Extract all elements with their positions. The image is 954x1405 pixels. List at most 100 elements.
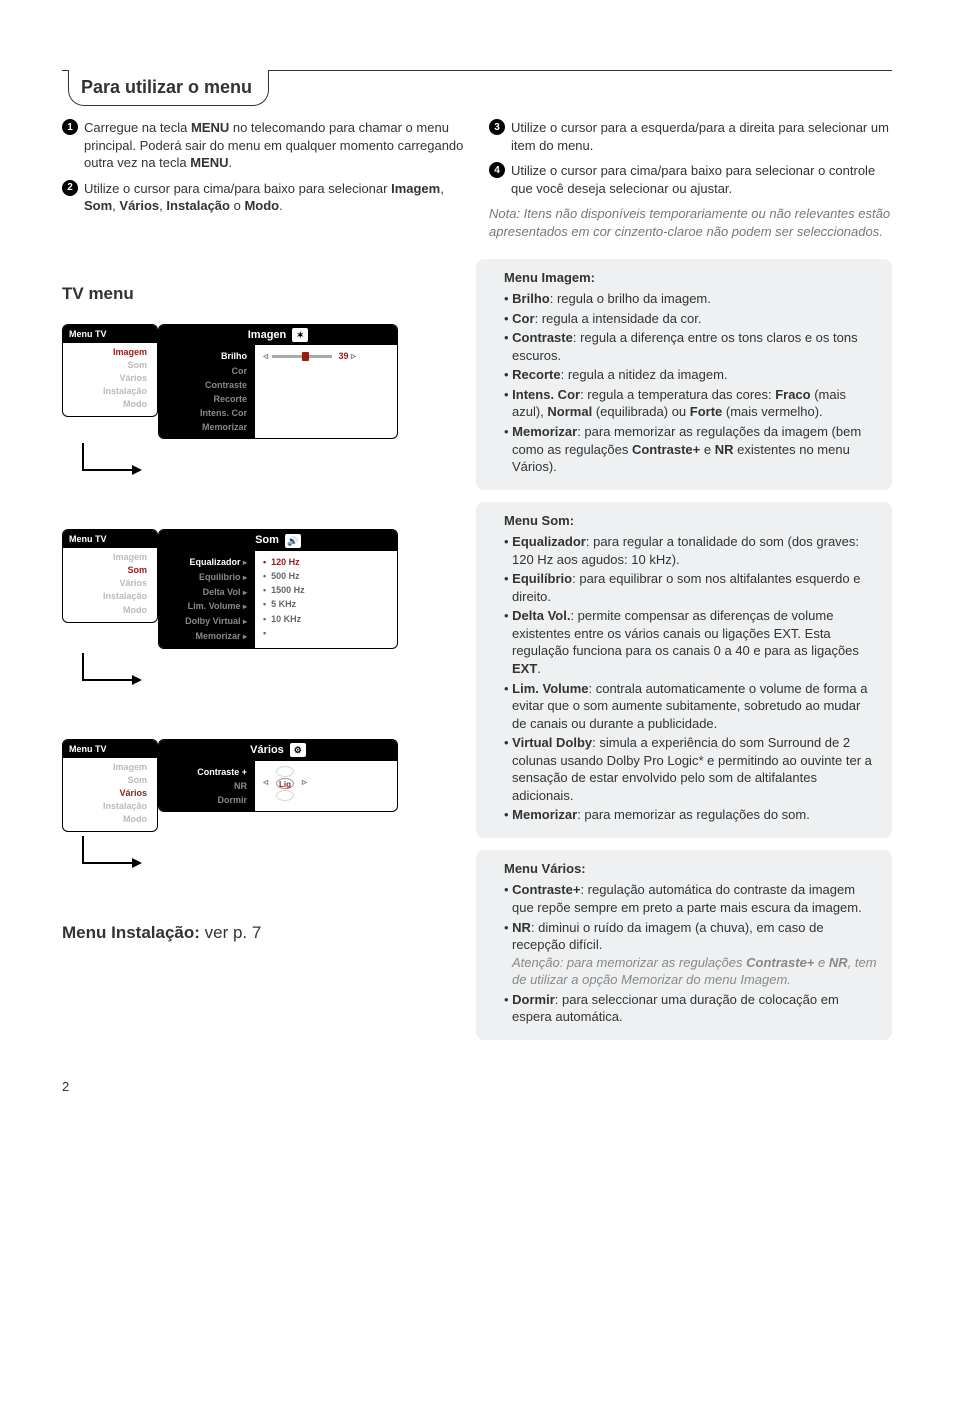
pane-icon: ⚙ xyxy=(290,743,306,757)
menu-item: Som xyxy=(69,774,151,787)
pane-head: Som🔊 xyxy=(159,530,397,551)
menu-item: Som xyxy=(69,564,151,577)
menu-cell: Menu TV ImagemSomVáriosInstalaçãoModo xyxy=(62,739,158,832)
pane-row: Lim. Volume ▸ xyxy=(165,599,249,614)
menu-diagram: Menu TV ImagemSomVáriosInstalaçãoModo Imag… xyxy=(62,324,452,472)
step-text: Utilize o cursor para cima/para baixo pa… xyxy=(509,162,892,197)
pane-row: Intens. Cor xyxy=(165,406,249,420)
step-number: 4 xyxy=(489,162,505,178)
info-item: Recorte: regula a nitidez da imagem. xyxy=(504,366,878,384)
info-title: Menu Imagem: xyxy=(504,269,878,287)
info-box-varios: Menu Vários: Contraste+: regulação autom… xyxy=(476,850,892,1040)
menu-cell-head: Menu TV xyxy=(63,325,157,343)
step-item: 1Carregue na tecla MENU no telecomando p… xyxy=(62,119,465,172)
info-box-imagem: Menu Imagem: Brilho: regula o brilho da … xyxy=(476,259,892,490)
slider-row: ◃ 39 ▹ xyxy=(263,349,389,365)
pane-left: Equalizador ▸Equilíbrio ▸Delta Vol ▸Lim.… xyxy=(159,551,255,648)
info-item: Memorizar: para memorizar as regulações … xyxy=(504,806,878,824)
info-box-som: Menu Som: Equalizador: para regular a to… xyxy=(476,502,892,838)
info-item: Contraste+: regulação automática do cont… xyxy=(504,881,878,916)
page-number: 2 xyxy=(62,1078,892,1096)
pane-row: Equilíbrio ▸ xyxy=(165,570,249,585)
step-number: 1 xyxy=(62,119,78,135)
pane-row: Delta Vol ▸ xyxy=(165,585,249,600)
step-item: 4Utilize o cursor para cima/para baixo p… xyxy=(489,162,892,197)
install-heading: Menu Instalação: ver p. 7 xyxy=(62,922,452,945)
pane-icon: 🔊 xyxy=(285,534,301,548)
info-item: Dormir: para seleccionar uma duração de … xyxy=(504,991,878,1026)
pane-row: Recorte xyxy=(165,392,249,406)
menu-item: Instalação xyxy=(69,385,151,398)
pane-row: Brilho xyxy=(165,349,249,363)
menu-item: Modo xyxy=(69,813,151,826)
pane-row: Dormir xyxy=(165,793,249,807)
value-row: • 500 Hz xyxy=(263,569,389,583)
info-item: Contraste: regula a diferença entre os t… xyxy=(504,329,878,364)
pane-row: Equalizador ▸ xyxy=(165,555,249,570)
value-row: • 1500 Hz xyxy=(263,583,389,597)
pane-row: Contraste xyxy=(165,378,249,392)
pane-icon: ✶ xyxy=(292,328,308,342)
pane-row: NR xyxy=(165,779,249,793)
info-item: Delta Vol.: permite compensar as diferen… xyxy=(504,607,878,677)
step-text: Utilize o cursor para a esquerda/para a … xyxy=(509,119,892,154)
value-row: • 10 KHz xyxy=(263,612,389,626)
pane: Vários⚙Contraste +NRDormir◃Lig▹ xyxy=(158,739,398,812)
note-text: Nota: Itens não disponíveis temporariame… xyxy=(489,205,892,240)
value-row: • 120 Hz xyxy=(263,555,389,569)
value-row: ◃Lig▹ xyxy=(263,765,389,802)
pane-right: ◃Lig▹ xyxy=(255,761,397,811)
info-item: Brilho: regula o brilho da imagem. xyxy=(504,290,878,308)
menu-item: Vários xyxy=(69,372,151,385)
info-item: Memorizar: para memorizar as regulações … xyxy=(504,423,878,476)
menu-cell: Menu TV ImagemSomVáriosInstalaçãoModo xyxy=(62,324,158,417)
menu-item: Imagem xyxy=(69,551,151,564)
menu-cell-head: Menu TV xyxy=(63,530,157,548)
pane-right: ◃ 39 ▹ xyxy=(255,345,397,438)
arrow-icon xyxy=(82,836,134,864)
menu-item: Imagem xyxy=(69,761,151,774)
pane-left: Contraste +NRDormir xyxy=(159,761,255,811)
info-item: Equilíbrio: para equilibrar o som nos al… xyxy=(504,570,878,605)
info-item: Intens. Cor: regula a temperatura das co… xyxy=(504,386,878,421)
step-number: 2 xyxy=(62,180,78,196)
arrow-icon xyxy=(82,443,134,471)
section-header: Para utilizar o menu xyxy=(62,70,892,107)
pane-row: Dolby Virtual ▸ xyxy=(165,614,249,629)
menu-item: Vários xyxy=(69,787,151,800)
pane: Imagen✶BrilhoCorContrasteRecorteIntens. … xyxy=(158,324,398,440)
info-item: NR: diminui o ruído da imagem (a chuva),… xyxy=(504,919,878,989)
menu-item: Modo xyxy=(69,398,151,411)
info-item: Cor: regula a intensidade da cor. xyxy=(504,310,878,328)
pane-head: Imagen✶ xyxy=(159,325,397,346)
pane-left: BrilhoCorContrasteRecorteIntens. CorMemo… xyxy=(159,345,255,438)
menu-item: Modo xyxy=(69,604,151,617)
value-row: • xyxy=(263,626,389,640)
menu-item: Instalação xyxy=(69,800,151,813)
pane-row: Contraste + xyxy=(165,765,249,779)
info-title: Menu Vários: xyxy=(504,860,878,878)
tv-menu-heading: TV menu xyxy=(62,283,452,306)
step-item: 2Utilize o cursor para cima/para baixo p… xyxy=(62,180,465,215)
menu-cell-head: Menu TV xyxy=(63,740,157,758)
step-number: 3 xyxy=(489,119,505,135)
step-text: Utilize o cursor para cima/para baixo pa… xyxy=(82,180,465,215)
info-item: Lim. Volume: contrala automaticamente o … xyxy=(504,680,878,733)
pane-row: Memorizar ▸ xyxy=(165,629,249,644)
pane-right: • 120 Hz• 500 Hz• 1500 Hz• 5 KHz• 10 KHz… xyxy=(255,551,397,648)
slider xyxy=(272,355,332,358)
info-title: Menu Som: xyxy=(504,512,878,530)
menu-diagram: Menu TV ImagemSomVáriosInstalaçãoModo Vári… xyxy=(62,739,452,864)
pane-row: Cor xyxy=(165,364,249,378)
menu-item: Imagem xyxy=(69,346,151,359)
arrow-icon xyxy=(82,653,134,681)
pane-head: Vários⚙ xyxy=(159,740,397,761)
pane-row: Memorizar xyxy=(165,420,249,434)
value-row: • 5 KHz xyxy=(263,597,389,611)
steps-block: 1Carregue na tecla MENU no telecomando p… xyxy=(62,119,892,240)
menu-item: Som xyxy=(69,359,151,372)
menu-item: Vários xyxy=(69,577,151,590)
info-item: Equalizador: para regular a tonalidade d… xyxy=(504,533,878,568)
step-item: 3Utilize o cursor para a esquerda/para a… xyxy=(489,119,892,154)
step-text: Carregue na tecla MENU no telecomando pa… xyxy=(82,119,465,172)
